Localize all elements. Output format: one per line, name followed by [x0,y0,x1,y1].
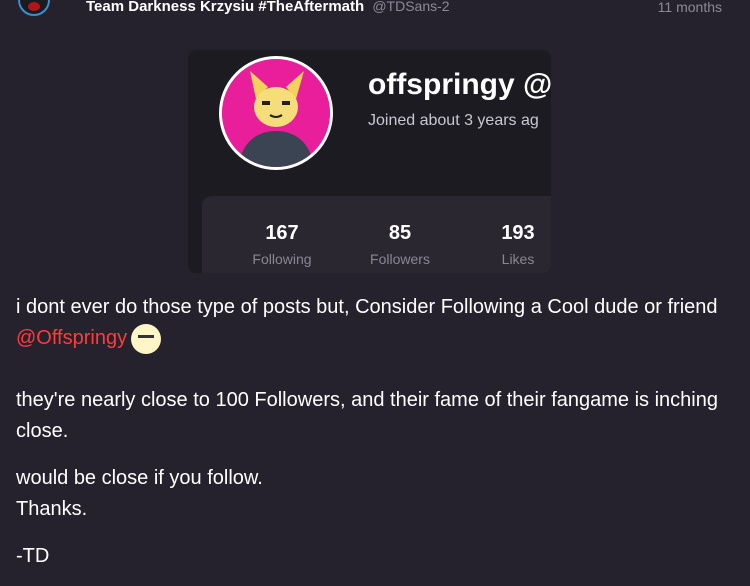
profile-stats: 167 Following 85 Followers 193 Likes [202,196,551,273]
post-body: i dont ever do those type of posts but, … [16,292,736,572]
post-timestamp: 11 months [657,0,722,15]
stat-likes-label: Likes [501,251,535,267]
stat-following: 167 Following [232,222,332,267]
author-name[interactable]: Team Darkness Krzysiu #TheAftermath [86,0,364,15]
post-text: would be close if you follow. [16,467,263,489]
author-line: Team Darkness Krzysiu #TheAftermath @TDS… [86,0,450,15]
stat-followers-label: Followers [370,251,430,267]
stat-followers: 85 Followers [350,222,450,267]
stat-following-value: 167 [265,222,299,244]
post-text: Thanks. [16,498,88,520]
stat-likes-value: 193 [501,222,535,244]
post-paragraph: i dont ever do those type of posts but, … [16,292,736,354]
mention-link[interactable]: @Offspringy [16,327,127,349]
profile-avatar [219,56,333,170]
profile-screenshot: offspringy @ Joined about 3 years ag 167… [188,50,551,273]
emoji-icon [131,323,162,354]
post-text: i dont ever do those type of posts but, … [16,296,718,318]
profile-avatar-art [222,59,330,167]
stat-followers-value: 85 [388,222,412,244]
stat-likes: 193 Likes [468,222,551,267]
author-avatar[interactable] [18,0,50,16]
post-header: Team Darkness Krzysiu #TheAftermath @TDS… [0,0,750,22]
profile-username: offspringy @ [368,68,551,101]
author-handle[interactable]: @TDSans-2 [372,0,449,14]
stat-following-label: Following [252,251,312,267]
post-signoff: -TD [16,541,736,572]
post-paragraph: they're nearly close to 100 Followers, a… [16,385,736,447]
post-paragraph: would be close if you follow. Thanks. [16,463,736,525]
post-text: they're nearly close to 100 Followers, a… [16,389,718,442]
author-avatar-emblem [28,1,40,11]
signoff-text: -TD [16,545,50,567]
profile-joined: Joined about 3 years ag [368,112,539,129]
